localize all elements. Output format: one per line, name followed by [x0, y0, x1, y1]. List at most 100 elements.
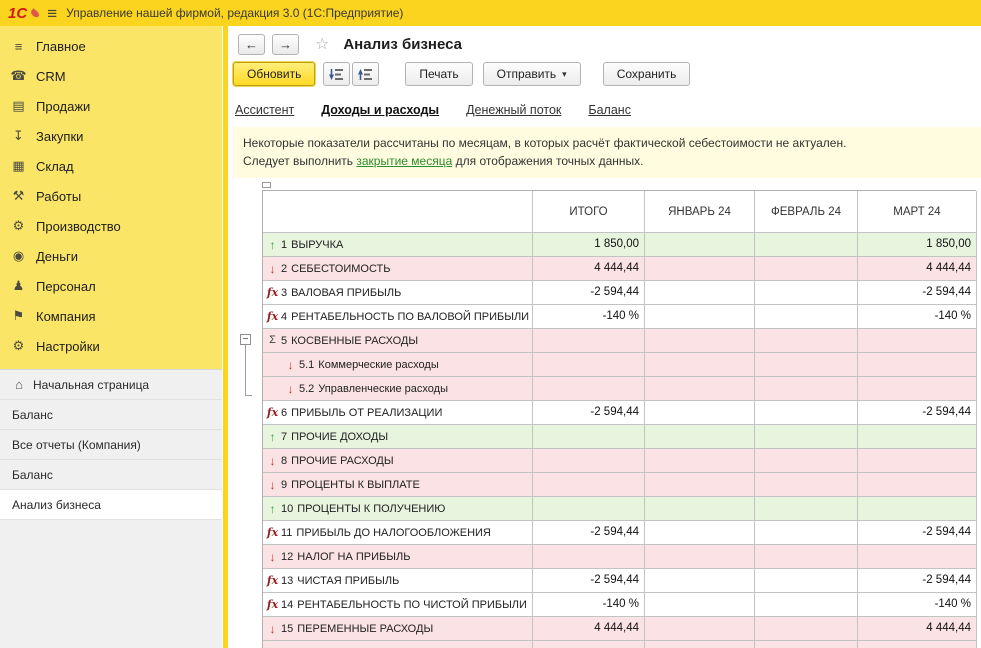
- back-button[interactable]: ←: [238, 33, 265, 55]
- value-cell[interactable]: [858, 473, 977, 497]
- value-cell[interactable]: [755, 497, 858, 521]
- value-cell[interactable]: [645, 449, 755, 473]
- row-label-cell[interactable]: fx 6 ПРИБЫЛЬ ОТ РЕАЛИЗАЦИИ: [263, 401, 533, 425]
- value-cell[interactable]: -2 594,44: [858, 281, 977, 305]
- value-cell[interactable]: -2 594,44: [858, 521, 977, 545]
- column-header-empty[interactable]: [263, 191, 533, 233]
- tab-cash-flow[interactable]: Денежный поток: [466, 103, 561, 117]
- value-cell[interactable]: [645, 593, 755, 617]
- value-cell[interactable]: -2 594,44: [533, 401, 645, 425]
- row-label-cell[interactable]: ↓ 12 НАЛОГ НА ПРИБЫЛЬ: [263, 545, 533, 569]
- value-cell[interactable]: [645, 329, 755, 353]
- value-cell[interactable]: -2 594,44: [533, 569, 645, 593]
- save-button[interactable]: Сохранить: [602, 62, 691, 86]
- value-cell[interactable]: [533, 545, 645, 569]
- value-cell[interactable]: [533, 497, 645, 521]
- value-cell[interactable]: [755, 521, 858, 545]
- value-cell[interactable]: [755, 257, 858, 281]
- refresh-button[interactable]: Обновить: [233, 62, 316, 86]
- value-cell[interactable]: [755, 377, 858, 401]
- value-cell[interactable]: -140 %: [858, 305, 977, 329]
- tab-income-expenses[interactable]: Доходы и расходы: [321, 103, 439, 117]
- value-cell[interactable]: [755, 641, 858, 648]
- row-label-cell[interactable]: ↑ 1 ВЫРУЧКА: [263, 233, 533, 257]
- value-cell[interactable]: [645, 377, 755, 401]
- value-cell[interactable]: [645, 521, 755, 545]
- value-cell[interactable]: [645, 401, 755, 425]
- sidebar-item-purchases[interactable]: ↧ Закупки: [0, 121, 222, 151]
- value-cell[interactable]: [533, 473, 645, 497]
- value-cell[interactable]: [755, 329, 858, 353]
- value-cell[interactable]: [645, 257, 755, 281]
- value-cell[interactable]: [755, 401, 858, 425]
- value-cell[interactable]: 4 444,44: [533, 617, 645, 641]
- history-item-all-reports[interactable]: Все отчеты (Компания): [0, 430, 222, 460]
- value-cell[interactable]: [858, 497, 977, 521]
- value-cell[interactable]: [533, 353, 645, 377]
- sidebar-item-main[interactable]: ≡ Главное: [0, 31, 222, 61]
- sidebar-item-crm[interactable]: ☎ CRM: [0, 61, 222, 91]
- value-cell[interactable]: -140 %: [858, 593, 977, 617]
- value-cell[interactable]: [755, 425, 858, 449]
- row-label-cell[interactable]: fx 3 ВАЛОВАЯ ПРИБЫЛЬ: [263, 281, 533, 305]
- value-cell[interactable]: [755, 281, 858, 305]
- value-cell[interactable]: [858, 641, 977, 648]
- value-cell[interactable]: [533, 449, 645, 473]
- value-cell[interactable]: [755, 617, 858, 641]
- sidebar-item-works[interactable]: ⚒ Работы: [0, 181, 222, 211]
- value-cell[interactable]: -140 %: [533, 305, 645, 329]
- value-cell[interactable]: [858, 449, 977, 473]
- history-item-balance-2[interactable]: Баланс: [0, 460, 222, 490]
- column-header[interactable]: ЯНВАРЬ 24: [645, 191, 755, 233]
- row-label-cell[interactable]: ↓ 8 ПРОЧИЕ РАСХОДЫ: [263, 449, 533, 473]
- history-item-balance[interactable]: Баланс: [0, 400, 222, 430]
- row-label-cell[interactable]: ↓ 2 СЕБЕСТОИМОСТЬ: [263, 257, 533, 281]
- value-cell[interactable]: [645, 425, 755, 449]
- value-cell[interactable]: [755, 473, 858, 497]
- row-label-cell[interactable]: ↑ 7 ПРОЧИЕ ДОХОДЫ: [263, 425, 533, 449]
- value-cell[interactable]: 1 850,00: [858, 233, 977, 257]
- history-item-home[interactable]: ⌂ Начальная страница: [0, 370, 222, 400]
- value-cell[interactable]: [645, 497, 755, 521]
- value-cell[interactable]: [645, 233, 755, 257]
- row-label-cell[interactable]: ↓16ПОСТОЯННЫЕ РАСХОДЫ: [263, 641, 533, 648]
- value-cell[interactable]: [645, 641, 755, 648]
- row-label-cell[interactable]: fx 11 ПРИБЫЛЬ ДО НАЛОГООБЛОЖЕНИЯ: [263, 521, 533, 545]
- sidebar-item-warehouse[interactable]: ▦ Склад: [0, 151, 222, 181]
- value-cell[interactable]: -2 594,44: [533, 281, 645, 305]
- value-cell[interactable]: [645, 569, 755, 593]
- value-cell[interactable]: -2 594,44: [858, 401, 977, 425]
- row-label-cell[interactable]: ↓ 5.1 Коммерческие расходы: [263, 353, 533, 377]
- value-cell[interactable]: -2 594,44: [533, 521, 645, 545]
- value-cell[interactable]: -140 %: [533, 593, 645, 617]
- sidebar-item-sales[interactable]: ▤ Продажи: [0, 91, 222, 121]
- row-label-cell[interactable]: ↓ 15 ПЕРЕМЕННЫЕ РАСХОДЫ: [263, 617, 533, 641]
- value-cell[interactable]: [755, 233, 858, 257]
- collapse-group-button[interactable]: −: [240, 334, 251, 345]
- expand-rows-button[interactable]: [352, 62, 380, 86]
- value-cell[interactable]: [755, 353, 858, 377]
- send-button[interactable]: Отправить ▾: [482, 62, 581, 86]
- main-menu-icon[interactable]: ≡: [47, 5, 57, 22]
- value-cell[interactable]: -2 594,44: [858, 569, 977, 593]
- history-item-business-analysis[interactable]: Анализ бизнеса: [0, 490, 222, 520]
- column-header[interactable]: МАРТ 24: [858, 191, 977, 233]
- value-cell[interactable]: [645, 353, 755, 377]
- value-cell[interactable]: [533, 641, 645, 648]
- value-cell[interactable]: [858, 329, 977, 353]
- tab-assistant[interactable]: Ассистент: [235, 103, 294, 117]
- value-cell[interactable]: [858, 377, 977, 401]
- value-cell[interactable]: [533, 329, 645, 353]
- value-cell[interactable]: [858, 545, 977, 569]
- row-label-cell[interactable]: fx 13 ЧИСТАЯ ПРИБЫЛЬ: [263, 569, 533, 593]
- forward-button[interactable]: →: [272, 33, 299, 55]
- value-cell[interactable]: [755, 545, 858, 569]
- value-cell[interactable]: 1 850,00: [533, 233, 645, 257]
- month-closing-link[interactable]: закрытие месяца: [356, 154, 452, 168]
- value-cell[interactable]: [755, 449, 858, 473]
- sidebar-item-money[interactable]: ◉ Деньги: [0, 241, 222, 271]
- sidebar-item-company[interactable]: ⚑ Компания: [0, 301, 222, 331]
- row-label-cell[interactable]: Σ 5 КОСВЕННЫЕ РАСХОДЫ: [263, 329, 533, 353]
- value-cell[interactable]: [645, 617, 755, 641]
- row-label-cell[interactable]: ↑ 10 ПРОЦЕНТЫ К ПОЛУЧЕНИЮ: [263, 497, 533, 521]
